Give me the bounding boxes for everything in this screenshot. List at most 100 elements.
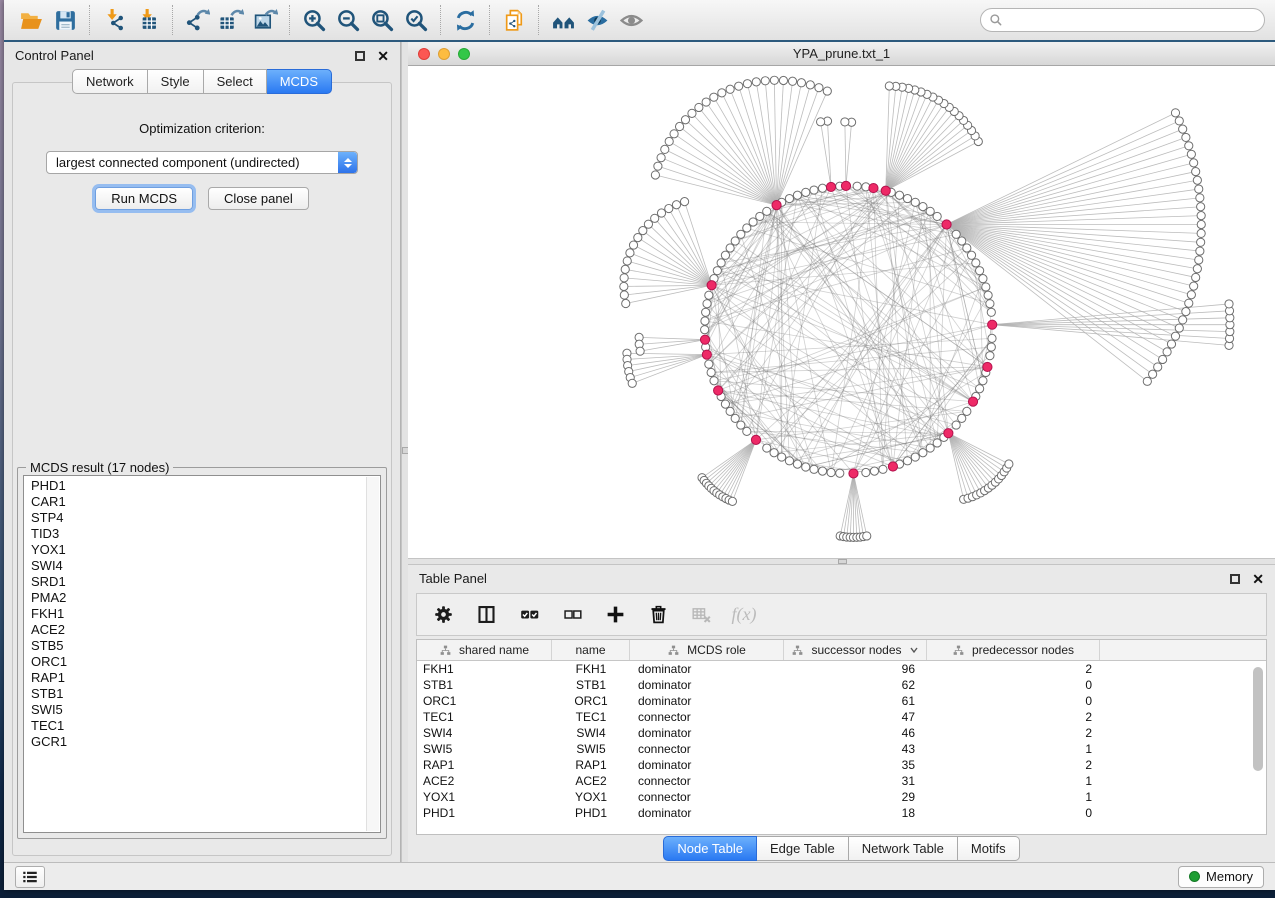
table-cell[interactable]: PHD1 [417, 805, 552, 821]
table-cell[interactable]: connector [630, 741, 784, 757]
mcds-result-item[interactable]: PMA2 [31, 590, 365, 606]
horizontal-splitter[interactable] [408, 558, 1275, 565]
table-cell[interactable]: TEC1 [552, 709, 630, 725]
save-button[interactable] [48, 5, 82, 35]
eye-button[interactable] [614, 5, 648, 35]
table-cell[interactable]: STB1 [552, 677, 630, 693]
export-table-button[interactable] [214, 5, 248, 35]
add-button[interactable] [603, 603, 627, 627]
table-row[interactable]: RAP1RAP1dominator352 [417, 757, 1266, 773]
table-cell[interactable]: 47 [784, 709, 927, 725]
table-cell[interactable]: 96 [784, 661, 927, 677]
table-cell[interactable]: PHD1 [552, 805, 630, 821]
mcds-result-item[interactable]: STP4 [31, 510, 365, 526]
table-row[interactable]: PHD1PHD1dominator180 [417, 805, 1266, 821]
table-cell[interactable]: 0 [927, 677, 1100, 693]
table-cell[interactable]: 61 [784, 693, 927, 709]
table-cell[interactable]: SWI5 [552, 741, 630, 757]
close-panel-icon[interactable]: ✕ [1252, 572, 1264, 586]
mcds-result-item[interactable]: SRD1 [31, 574, 365, 590]
tab-edge-table[interactable]: Edge Table [757, 836, 849, 861]
table-row[interactable]: SWI4SWI4dominator462 [417, 725, 1266, 741]
table-cell[interactable]: 62 [784, 677, 927, 693]
search-box[interactable] [980, 8, 1265, 32]
tab-style[interactable]: Style [148, 69, 204, 94]
table-cell[interactable]: 2 [927, 661, 1100, 677]
table-cell[interactable]: ORC1 [552, 693, 630, 709]
binoculars-button[interactable] [546, 5, 580, 35]
table-cell[interactable]: dominator [630, 805, 784, 821]
table-row[interactable]: ORC1ORC1dominator610 [417, 693, 1266, 709]
table-cell[interactable]: SWI5 [417, 741, 552, 757]
column-header-shared-name[interactable]: shared name [417, 640, 552, 660]
optimization-criterion-select[interactable]: largest connected component (undirected) [46, 151, 358, 174]
hide-eye-button[interactable] [580, 5, 614, 35]
table-row[interactable]: SWI5SWI5connector431 [417, 741, 1266, 757]
export-network-button[interactable] [180, 5, 214, 35]
trash-button[interactable] [646, 603, 670, 627]
table-cell[interactable]: YOX1 [552, 789, 630, 805]
table-cell[interactable]: connector [630, 773, 784, 789]
table-cell[interactable]: RAP1 [552, 757, 630, 773]
table-cell[interactable]: ACE2 [417, 773, 552, 789]
copy-share-button[interactable] [497, 5, 531, 35]
table-row[interactable]: STB1STB1dominator620 [417, 677, 1266, 693]
tab-node-table[interactable]: Node Table [663, 836, 757, 861]
zoom-selected-button[interactable] [399, 5, 433, 35]
table-cell[interactable]: 0 [927, 805, 1100, 821]
close-panel-button[interactable]: Close panel [208, 187, 309, 210]
mcds-result-item[interactable]: YOX1 [31, 542, 365, 558]
table-cell[interactable]: 1 [927, 741, 1100, 757]
table-cell[interactable]: dominator [630, 725, 784, 741]
table-cell[interactable]: RAP1 [417, 757, 552, 773]
table-cell[interactable]: 35 [784, 757, 927, 773]
mcds-result-item[interactable]: GCR1 [31, 734, 365, 750]
vertical-splitter[interactable] [401, 42, 408, 862]
columns-button[interactable] [474, 603, 498, 627]
tab-select[interactable]: Select [204, 69, 267, 94]
table-cell[interactable]: dominator [630, 757, 784, 773]
table-cell[interactable]: SWI4 [417, 725, 552, 741]
refresh-button[interactable] [448, 5, 482, 35]
close-panel-icon[interactable]: ✕ [377, 49, 389, 63]
table-cell[interactable]: 1 [927, 773, 1100, 789]
table-scrollbar[interactable] [1253, 663, 1263, 830]
table-row[interactable]: FKH1FKH1dominator962 [417, 661, 1266, 677]
zoom-fit-button[interactable] [365, 5, 399, 35]
run-mcds-button[interactable]: Run MCDS [95, 187, 193, 210]
table-cell[interactable]: YOX1 [417, 789, 552, 805]
table-cell[interactable]: 43 [784, 741, 927, 757]
mcds-result-item[interactable]: TID3 [31, 526, 365, 542]
tab-mcds[interactable]: MCDS [267, 69, 332, 94]
deselect-all-button[interactable] [560, 603, 584, 627]
float-panel-icon[interactable] [355, 51, 365, 61]
network-graph[interactable] [408, 66, 1275, 557]
import-network-button[interactable] [97, 5, 131, 35]
gear-button[interactable] [431, 603, 455, 627]
table-cell[interactable]: ACE2 [552, 773, 630, 789]
mcds-result-item[interactable]: ACE2 [31, 622, 365, 638]
list-scrollbar[interactable] [366, 477, 379, 831]
zoom-out-button[interactable] [331, 5, 365, 35]
mcds-result-list[interactable]: PHD1CAR1STP4TID3YOX1SWI4SRD1PMA2FKH1ACE2… [23, 475, 381, 833]
table-cell[interactable]: dominator [630, 693, 784, 709]
table-row[interactable]: YOX1YOX1connector291 [417, 789, 1266, 805]
tab-motifs[interactable]: Motifs [958, 836, 1020, 861]
tab-network[interactable]: Network [72, 69, 148, 94]
table-cell[interactable]: FKH1 [552, 661, 630, 677]
mcds-result-item[interactable]: ORC1 [31, 654, 365, 670]
table-cell[interactable]: dominator [630, 661, 784, 677]
table-cell[interactable]: 0 [927, 693, 1100, 709]
export-image-button[interactable] [248, 5, 282, 35]
network-canvas[interactable] [408, 66, 1275, 558]
table-cell[interactable]: connector [630, 709, 784, 725]
table-cell[interactable]: STB1 [417, 677, 552, 693]
table-row[interactable]: ACE2ACE2connector311 [417, 773, 1266, 789]
table-cell[interactable]: dominator [630, 677, 784, 693]
open-folder-button[interactable] [14, 5, 48, 35]
task-history-button[interactable] [15, 866, 45, 888]
table-cell[interactable]: 2 [927, 757, 1100, 773]
mcds-result-item[interactable]: SWI5 [31, 702, 365, 718]
scrollbar-thumb[interactable] [1253, 667, 1263, 771]
mcds-result-item[interactable]: TEC1 [31, 718, 365, 734]
